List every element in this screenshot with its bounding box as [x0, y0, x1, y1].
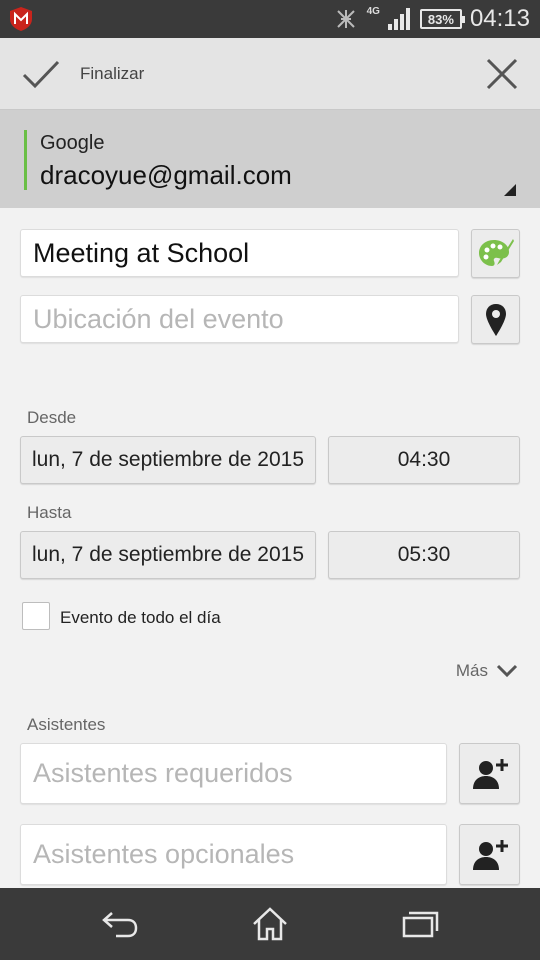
to-label: Hasta — [27, 503, 72, 522]
add-person-icon — [472, 839, 508, 870]
palette-icon — [478, 238, 514, 266]
add-person-icon — [472, 758, 508, 789]
dropdown-indicator-icon — [504, 184, 516, 196]
color-button[interactable] — [471, 229, 520, 278]
location-button[interactable] — [471, 295, 520, 344]
signal-icon — [387, 8, 410, 30]
action-bar: Finalizar — [0, 38, 540, 110]
battery-level: 83% — [427, 11, 454, 27]
home-icon — [253, 907, 287, 941]
more-label: Más — [455, 661, 488, 680]
map-pin-icon — [485, 303, 506, 336]
back-button[interactable] — [100, 906, 140, 942]
mcafee-icon — [10, 7, 32, 31]
to-date-picker[interactable]: lun, 7 de septiembre de 2015 — [20, 531, 316, 579]
recents-icon — [402, 911, 439, 938]
from-date-picker[interactable]: lun, 7 de septiembre de 2015 — [20, 436, 316, 484]
network-type: 4G — [366, 5, 380, 17]
navigation-bar — [0, 888, 540, 960]
optional-attendees-input[interactable]: Asistentes opcionales — [20, 824, 447, 885]
home-button[interactable] — [250, 906, 290, 942]
location-input[interactable]: Ubicación del evento — [20, 295, 459, 343]
from-label: Desde — [27, 408, 77, 427]
account-provider: Google — [40, 132, 105, 154]
account-email: dracoyue@gmail.com — [40, 160, 292, 190]
chevron-down-icon — [496, 664, 518, 678]
all-day-checkbox[interactable] — [22, 602, 50, 630]
from-time-picker[interactable]: 04:30 — [328, 436, 520, 484]
event-title-input[interactable]: Meeting at School — [20, 229, 459, 277]
battery-icon: 83% — [419, 9, 465, 29]
account-accent-bar — [24, 130, 27, 190]
done-button[interactable]: Finalizar — [0, 38, 200, 110]
more-button[interactable]: Más — [456, 658, 518, 684]
close-icon[interactable] — [484, 56, 520, 92]
status-time: 04:13 — [469, 5, 530, 32]
account-selector[interactable]: Google dracoyue@gmail.com — [0, 110, 540, 208]
done-label: Finalizar — [80, 64, 145, 83]
bluetooth-off-icon — [336, 10, 355, 28]
back-icon — [102, 912, 138, 938]
status-bar: 4G 83% 04:13 — [0, 0, 540, 38]
add-optional-attendee-button[interactable] — [459, 824, 520, 885]
checkmark-icon — [22, 60, 60, 89]
all-day-label[interactable]: Evento de todo el día — [60, 608, 221, 628]
to-time-picker[interactable]: 05:30 — [328, 531, 520, 579]
required-attendees-input[interactable]: Asistentes requeridos — [20, 743, 447, 804]
add-required-attendee-button[interactable] — [459, 743, 520, 804]
recents-button[interactable] — [400, 906, 440, 942]
attendees-label: Asistentes — [27, 715, 106, 734]
